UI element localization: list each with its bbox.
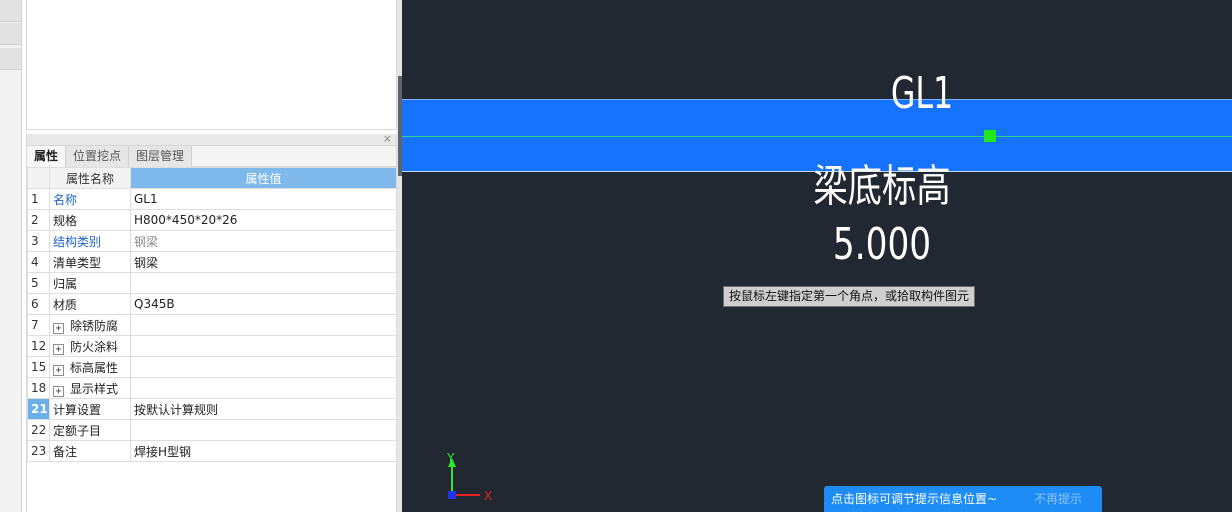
row-index: 4 [27,251,50,273]
beam-name-label: GL1 [890,68,954,119]
property-value[interactable]: 钢梁 [130,251,397,273]
table-row[interactable]: 18 + 显示样式 [27,377,397,399]
beam-grip-point[interactable] [984,130,996,142]
drawing-canvas[interactable]: GL1 梁底标高5.000 按鼠标左键指定第一个角点，或拾取构件图元 Y X 点… [402,0,1232,512]
property-name: 规格 [49,209,131,231]
hint-bar[interactable]: 点击图标可调节提示信息位置~ 不再提示 [824,486,1102,512]
row-index: 3 [27,230,50,252]
row-index: 5 [27,272,50,294]
table-row[interactable]: 22 定额子目 [27,419,397,441]
tab-layer-manager[interactable]: 图层管理 [129,146,193,167]
left-toolbar-button[interactable] [0,23,21,45]
property-value[interactable]: H800*450*20*26 [130,209,397,231]
expand-icon[interactable]: + [53,364,64,376]
expand-icon[interactable]: + [53,385,64,397]
beam-elevation-label: 梁底标高5.000 [813,161,951,270]
property-group: + 标高属性 [49,356,131,378]
command-tooltip: 按鼠标左键指定第一个角点，或拾取构件图元 [723,286,976,307]
property-value[interactable]: Q345B [130,293,397,315]
row-index: 6 [27,293,50,315]
property-name: 显示样式 [70,381,119,396]
property-value[interactable]: 钢梁 [130,230,397,252]
property-name: 标高属性 [70,360,119,375]
property-name: 防火涂料 [70,339,119,354]
row-index-selected: 21 [27,398,50,420]
left-toolbar-button[interactable] [0,0,21,22]
property-name: 计算设置 [49,398,131,420]
tab-position-points[interactable]: 位置挖点 [66,146,130,167]
x-axis-label: X [484,489,492,503]
panel-titlebar: × [27,132,396,146]
table-row[interactable]: 2 规格 H800*450*20*26 [27,209,397,231]
header-index [27,167,50,189]
left-toolbar-strip [0,0,22,512]
property-name: 材质 [49,293,131,315]
table-row[interactable]: 15 + 标高属性 [27,356,397,378]
row-index: 1 [27,188,50,210]
row-index: 23 [27,440,50,462]
property-name: 除锈防腐 [70,318,119,333]
expand-icon[interactable]: + [53,343,64,355]
property-value[interactable]: 焊接H型钢 [130,440,397,462]
property-name: 归属 [49,272,131,294]
table-row[interactable]: 4 清单类型 钢梁 [27,251,397,273]
left-toolbar-button[interactable] [0,48,21,70]
row-index: 22 [27,419,50,441]
row-index: 12 [27,335,50,357]
origin-marker [448,491,456,499]
panel-tabs: 属性 位置挖点 图层管理 [27,146,396,167]
ucs-axis-icon: Y X [446,451,492,503]
property-name: 定额子目 [49,419,131,441]
property-name: 清单类型 [49,251,131,273]
table-row[interactable]: 6 材质 Q345B [27,293,397,315]
hint-message: 点击图标可调节提示信息位置~ [831,492,998,506]
property-group: + 防火涂料 [49,335,131,357]
header-property-value: 属性值 [130,167,397,189]
property-value[interactable] [130,272,397,294]
table-row[interactable]: 3 结构类别 钢梁 [27,230,397,252]
row-index: 7 [27,314,50,336]
property-value[interactable] [130,419,397,441]
expand-icon[interactable]: + [53,322,64,334]
table-row[interactable]: 21 计算设置 按默认计算规则 [27,398,397,420]
property-panel: × 属性 位置挖点 图层管理 属性名称 属性值 1 名称 GL1 2 规格 H8… [26,132,397,512]
property-group: + 除锈防腐 [49,314,131,336]
property-value[interactable] [130,377,397,399]
property-name: 名称 [49,188,131,210]
property-name: 备注 [49,440,131,462]
row-index: 18 [27,377,50,399]
row-index: 15 [27,356,50,378]
table-row[interactable]: 5 归属 [27,272,397,294]
property-group: + 显示样式 [49,377,131,399]
property-value[interactable]: 按默认计算规则 [130,398,397,420]
y-axis-label: Y [446,451,455,465]
property-value[interactable] [130,356,397,378]
table-row[interactable]: 12 + 防火涂料 [27,335,397,357]
property-name: 结构类别 [49,230,131,252]
close-icon[interactable]: × [383,132,392,146]
dismiss-hint-link[interactable]: 不再提示 [1034,486,1082,512]
property-value[interactable]: GL1 [130,188,397,210]
header-property-name: 属性名称 [49,167,131,189]
tab-properties[interactable]: 属性 [27,146,67,167]
property-table: 属性名称 属性值 1 名称 GL1 2 规格 H800*450*20*26 3 … [27,167,397,462]
property-value[interactable] [130,314,397,336]
table-row[interactable]: 1 名称 GL1 [27,188,397,210]
component-list-panel [26,0,397,130]
beam-centerline [402,136,1232,137]
table-row[interactable]: 7 + 除锈防腐 [27,314,397,336]
row-index: 2 [27,209,50,231]
table-row[interactable]: 23 备注 焊接H型钢 [27,440,397,462]
property-value[interactable] [130,335,397,357]
